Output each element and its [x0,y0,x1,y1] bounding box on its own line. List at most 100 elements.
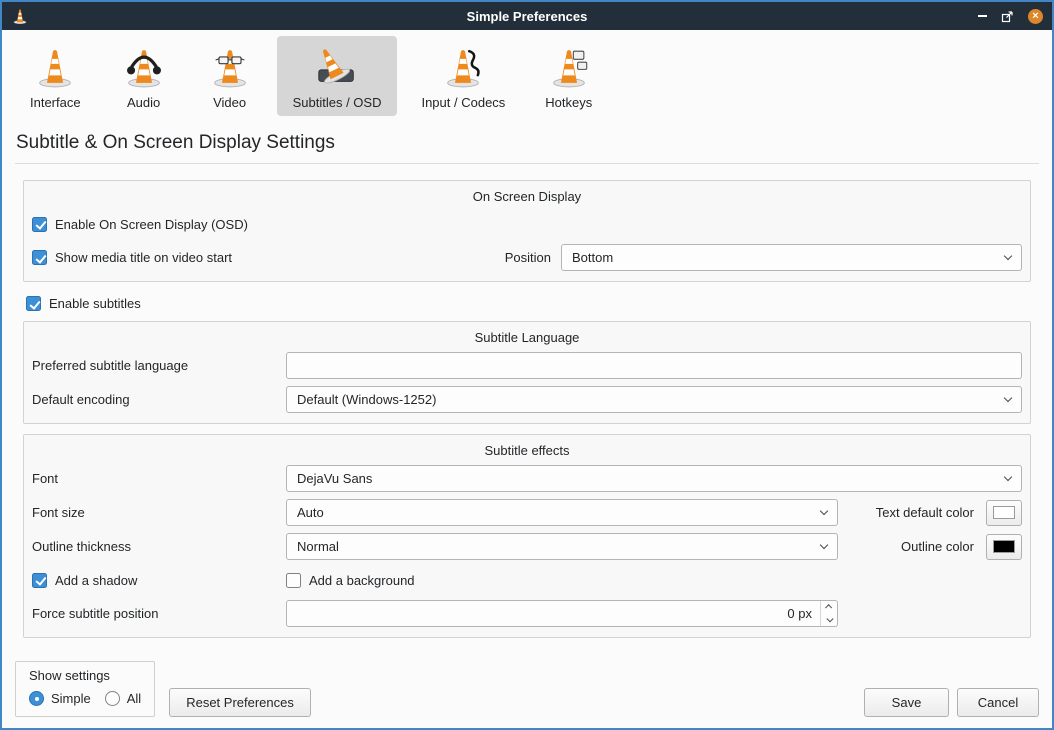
window-title: Simple Preferences [2,9,1052,24]
spin-up-button[interactable] [821,601,837,614]
enable-subtitles-checkbox[interactable]: Enable subtitles [26,296,1052,311]
preferred-language-input[interactable] [286,352,1022,379]
enable-osd-checkbox[interactable]: Enable On Screen Display (OSD) [32,217,248,232]
media-title-row: Show media title on video start Position… [32,244,1022,271]
chevron-down-icon [1004,473,1012,481]
outline-color-button[interactable] [986,534,1022,560]
restore-button[interactable] [1001,10,1014,23]
toolbar-item-label: Input / Codecs [421,95,505,110]
add-shadow-checkbox[interactable]: Add a shadow [32,573,137,588]
subtitle-language-group: Subtitle Language Preferred subtitle lan… [23,321,1031,424]
subtitle-effects-group: Subtitle effects Font DejaVu Sans Font s… [23,434,1031,638]
default-encoding-select[interactable]: Default (Windows-1252) [286,386,1022,413]
chevron-up-icon [825,605,831,611]
outline-thickness-row: Outline thickness Normal Outline color [32,533,1022,560]
default-encoding-label: Default encoding [32,392,286,407]
checkbox-label: Enable On Screen Display (OSD) [55,217,248,232]
subtitles-osd-icon [314,44,360,90]
spin-buttons [820,601,837,626]
chevron-down-icon [820,541,828,549]
input-codecs-icon [440,44,486,90]
font-select[interactable]: DejaVu Sans [286,465,1022,492]
checkbox-label: Add a shadow [55,573,137,588]
chevron-down-icon [820,507,828,515]
text-default-color-button[interactable] [986,500,1022,526]
add-background-checkbox[interactable]: Add a background [286,573,415,588]
toolbar-item-input-codecs[interactable]: Input / Codecs [405,36,521,116]
font-size-value: Auto [297,505,821,520]
save-button[interactable]: Save [864,688,949,717]
force-position-row: Force subtitle position 0 px [32,600,1022,627]
font-size-row: Font size Auto Text default color [32,499,1022,526]
page-title: Subtitle & On Screen Display Settings [16,132,1038,154]
shadow-background-row: Add a shadow Add a background [32,567,1022,593]
black-swatch [993,540,1015,553]
radio-label: Simple [51,691,91,706]
position-select[interactable]: Bottom [561,244,1022,271]
cancel-button[interactable]: Cancel [957,688,1039,717]
interface-icon [32,44,78,90]
radio-icon [29,691,44,706]
spin-down-button[interactable] [821,614,837,627]
checkbox-label: Add a background [309,573,415,588]
heading-divider [15,163,1039,164]
audio-icon [121,44,167,90]
show-settings-options: Simple All [29,691,141,706]
text-default-color-label: Text default color [876,505,974,520]
minimize-icon [978,15,987,17]
font-value: DejaVu Sans [297,471,1005,486]
show-settings-group: Show settings Simple All [15,661,155,717]
titlebar: Simple Preferences × [2,2,1052,30]
toolbar-item-subtitles-osd[interactable]: Subtitles / OSD [277,36,398,116]
toolbar-item-audio[interactable]: Audio [105,36,183,116]
close-button[interactable]: × [1028,9,1043,24]
checkbox-icon [286,573,301,588]
reset-preferences-button[interactable]: Reset Preferences [169,688,311,717]
video-icon [207,44,253,90]
toolbar-item-label: Audio [127,95,160,110]
checkbox-label: Enable subtitles [49,296,141,311]
outline-thickness-select[interactable]: Normal [286,533,838,560]
toolbar-item-interface[interactable]: Interface [14,36,97,116]
font-label: Font [32,471,286,486]
outline-thickness-value: Normal [297,539,821,554]
encoding-value: Default (Windows-1252) [297,392,1005,407]
text-color-cluster: Text default color [876,500,1022,526]
shadow-cell: Add a shadow [32,573,286,588]
close-icon: × [1032,11,1038,22]
toolbar-item-label: Hotkeys [545,95,592,110]
checkbox-icon [26,296,41,311]
vlc-cone-icon [11,7,29,25]
radio-icon [105,691,120,706]
hotkeys-icon [546,44,592,90]
position-value: Bottom [572,250,1005,265]
footer-actions: Save Cancel [864,688,1039,717]
toolbar-item-hotkeys[interactable]: Hotkeys [529,36,608,116]
radio-all[interactable]: All [105,691,141,706]
show-settings-title: Show settings [29,668,141,683]
font-size-select[interactable]: Auto [286,499,838,526]
chevron-down-icon [1004,394,1012,402]
checkbox-icon [32,217,47,232]
radio-label: All [127,691,141,706]
white-swatch [993,506,1015,519]
preferred-language-row: Preferred subtitle language [32,352,1022,379]
chevron-down-icon [826,616,832,622]
radio-simple[interactable]: Simple [29,691,91,706]
preferred-language-label: Preferred subtitle language [32,358,286,373]
enable-osd-row: Enable On Screen Display (OSD) [32,211,1022,237]
outline-color-label: Outline color [901,539,974,554]
toolbar-item-video[interactable]: Video [191,36,269,116]
outline-color-cluster: Outline color [901,534,1022,560]
toolbar-item-label: Video [213,95,246,110]
show-media-title-checkbox[interactable]: Show media title on video start [32,250,232,265]
effects-group-title: Subtitle effects [32,443,1022,458]
outline-thickness-label: Outline thickness [32,539,286,554]
font-row: Font DejaVu Sans [32,465,1022,492]
force-position-spinbox[interactable]: 0 px [286,600,838,627]
default-encoding-row: Default encoding Default (Windows-1252) [32,386,1022,413]
position-label: Position [505,250,551,265]
toolbar-item-label: Interface [30,95,81,110]
minimize-button[interactable] [978,15,987,17]
chevron-down-icon [1004,252,1012,260]
